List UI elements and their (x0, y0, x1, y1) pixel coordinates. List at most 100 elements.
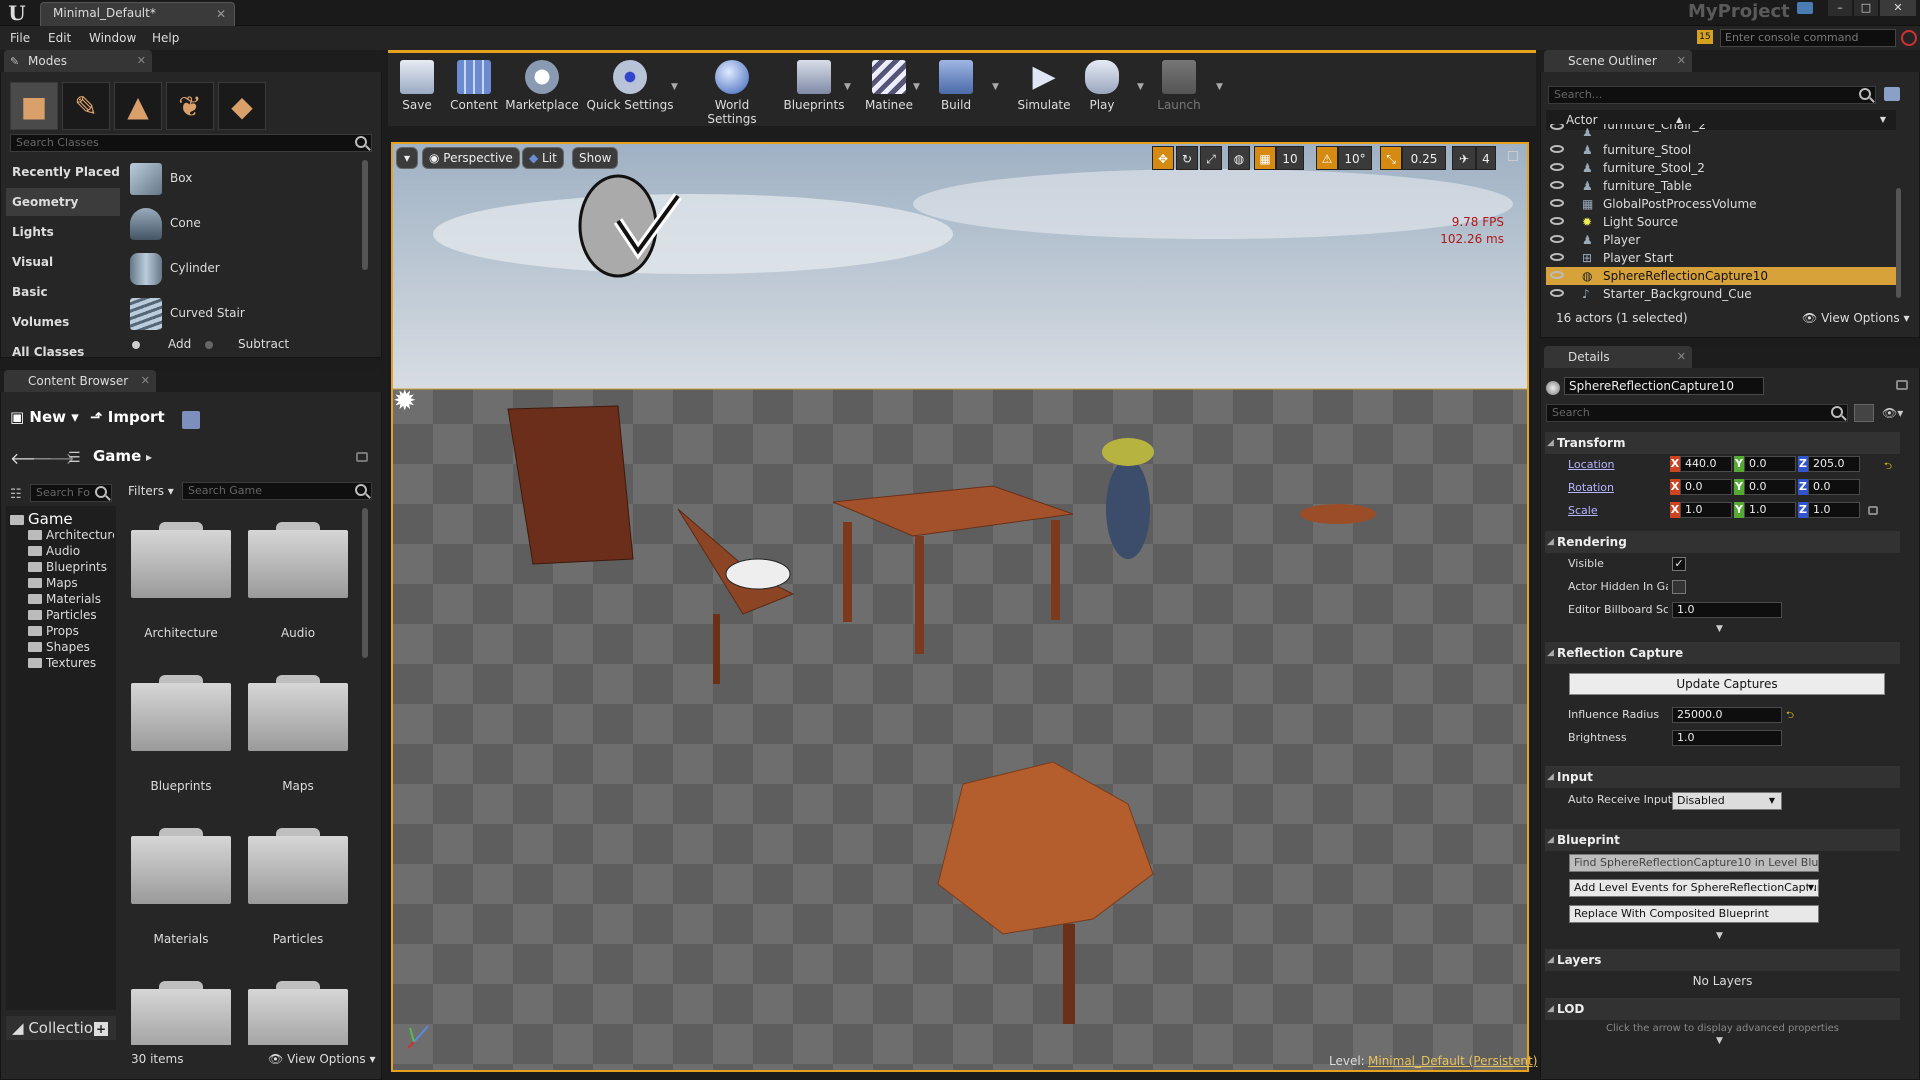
section-blueprint[interactable]: Blueprint (1545, 829, 1900, 851)
eye-icon[interactable] (1550, 163, 1564, 171)
folder-partial-1[interactable] (131, 981, 231, 1045)
auto-receive-input-dropdown[interactable]: Disabled ▼ (1672, 792, 1782, 810)
eye-icon[interactable] (1550, 253, 1564, 261)
subtract-radio[interactable] (205, 341, 213, 349)
import-button[interactable]: ⬏ Import (90, 408, 165, 426)
eye-icon[interactable] (1550, 181, 1564, 189)
rotation-x-field[interactable]: 0.0 (1680, 479, 1732, 495)
search-game-input[interactable]: Search Game (182, 482, 372, 500)
rotation-label[interactable]: Rotation (1568, 479, 1614, 497)
perspective-button[interactable]: ◉ Perspective (422, 147, 520, 169)
maximize-button[interactable]: □ (1854, 0, 1878, 16)
outliner-view-options[interactable]: 👁 View Options ▾ (1802, 311, 1910, 325)
add-radio[interactable] (132, 341, 140, 349)
section-transform[interactable]: Transform (1545, 432, 1900, 454)
paint-mode-icon[interactable]: ✎ (62, 82, 110, 130)
light-source-icon[interactable]: ✹ (393, 384, 421, 420)
tree-item-shapes[interactable]: Shapes (28, 640, 90, 656)
outliner-row[interactable]: ♟ furniture_Chair_2 (1546, 124, 1896, 136)
eye-icon[interactable] (1550, 199, 1564, 207)
save-toolbar-button[interactable]: Save (387, 56, 447, 122)
sound-actor-icon[interactable] (568, 166, 688, 286)
eye-icon[interactable] (1550, 235, 1564, 243)
play-toolbar-button[interactable]: Play (1071, 56, 1133, 122)
place-item-cylinder[interactable]: Cylinder (128, 247, 360, 291)
section-layers[interactable]: Layers (1545, 949, 1900, 971)
category-recently-placed[interactable]: Recently Placed (6, 158, 120, 186)
camera-speed-icon[interactable]: ✈ (1452, 146, 1476, 170)
rotation-snap-value[interactable]: 10° (1338, 146, 1372, 170)
outliner-scrollbar[interactable] (1896, 188, 1901, 298)
replace-with-composited-blueprint-button[interactable]: Replace With Composited Blueprint (1569, 905, 1819, 923)
close-icon[interactable]: ✕ (141, 370, 150, 392)
section-reflection-capture[interactable]: Reflection Capture (1545, 642, 1900, 664)
location-x-field[interactable]: 440.0 (1680, 456, 1732, 472)
category-all-classes[interactable]: All Classes (6, 338, 120, 364)
breadcrumb-game[interactable]: Game (93, 447, 141, 465)
launch-toolbar-button[interactable]: Launch (1148, 56, 1210, 122)
advanced-arrow-icon[interactable]: ▼ (1716, 931, 1723, 941)
stop-icon[interactable] (1901, 30, 1917, 46)
tree-item-audio[interactable]: Audio (28, 544, 80, 560)
scale-y-field[interactable]: 1.0 (1744, 502, 1796, 518)
lit-button[interactable]: ◆ Lit (522, 147, 564, 169)
reset-to-default-icon[interactable]: ⮌ (1884, 459, 1892, 476)
outliner-row[interactable]: ♟ furniture_Table (1546, 177, 1896, 195)
location-y-field[interactable]: 0.0 (1744, 456, 1796, 472)
filters-button[interactable]: Filters ▾ (128, 484, 174, 498)
build-toolbar-button[interactable]: Build (928, 56, 984, 122)
advanced-arrow-icon[interactable]: ▼ (1716, 1036, 1723, 1046)
place-item-cone[interactable]: Cone (128, 202, 360, 246)
simulate-toolbar-button[interactable]: ▶ Simulate (1013, 56, 1075, 122)
influence-radius-field[interactable]: 25000.0 (1672, 707, 1782, 723)
scale-snap-icon[interactable]: ⤡ (1380, 146, 1402, 170)
menu-window[interactable]: Window (89, 28, 136, 48)
translate-mode-icon[interactable]: ✥ (1152, 146, 1174, 170)
content-toolbar-button[interactable]: Content (444, 56, 504, 122)
quick-settings-toolbar-button[interactable]: Quick Settings (586, 56, 674, 122)
advanced-arrow-icon[interactable]: ▼ (1716, 624, 1723, 634)
property-matrix-icon[interactable] (1854, 404, 1874, 422)
world-space-icon[interactable]: ◍ (1228, 146, 1250, 170)
tree-item-props[interactable]: Props (28, 624, 79, 640)
eye-icon[interactable] (1550, 124, 1564, 130)
category-visual[interactable]: Visual (6, 248, 120, 276)
close-icon[interactable]: ✕ (1677, 50, 1686, 72)
eye-icon[interactable] (1550, 145, 1564, 153)
close-icon[interactable]: ✕ (137, 50, 146, 72)
quick-settings-dropdown-icon[interactable]: ▼ (671, 82, 678, 92)
tree-item-textures[interactable]: Textures (28, 656, 96, 672)
tab-scene-outliner[interactable]: Scene Outliner ✕ (1544, 50, 1692, 72)
place-item-box[interactable]: Box (128, 157, 360, 201)
create-folder-icon[interactable] (1884, 87, 1900, 101)
menu-file[interactable]: File (10, 28, 30, 48)
console-command-input[interactable]: Enter console command (1720, 29, 1896, 47)
outliner-row[interactable]: ▦ GlobalPostProcessVolume (1546, 195, 1896, 213)
place-scrollbar[interactable] (362, 160, 368, 270)
play-dropdown-icon[interactable]: ▼ (1137, 82, 1144, 92)
menu-help[interactable]: Help (152, 28, 179, 48)
landscape-mode-icon[interactable]: ▲ (114, 82, 162, 130)
hidden-in-game-checkbox[interactable] (1672, 580, 1686, 594)
close-icon[interactable]: ✕ (1677, 346, 1686, 368)
scale-mode-icon[interactable]: ⤢ (1200, 146, 1222, 170)
close-icon[interactable]: ✕ (216, 7, 226, 21)
notification-icon[interactable] (1797, 2, 1813, 14)
level-document-tab[interactable]: Minimal_Default* ✕ (40, 2, 235, 26)
scale-lock-icon[interactable] (1868, 506, 1878, 515)
grid-snap-value[interactable]: 10 (1276, 146, 1304, 170)
tree-item-materials[interactable]: Materials (28, 592, 101, 608)
outliner-row[interactable]: ♟ furniture_Stool_2 (1546, 159, 1896, 177)
menu-edit[interactable]: Edit (48, 28, 71, 48)
lock-icon[interactable] (356, 452, 368, 462)
tree-item-particles[interactable]: Particles (28, 608, 97, 624)
eye-icon[interactable] (1550, 217, 1564, 225)
close-window-button[interactable]: ✕ (1880, 0, 1916, 16)
outliner-row[interactable]: ♟ furniture_Stool (1546, 141, 1896, 159)
visible-checkbox[interactable]: ✓ (1672, 557, 1686, 571)
folder-particles[interactable] (248, 828, 348, 904)
maximize-viewport-icon[interactable] (1508, 151, 1518, 161)
view-options-button[interactable]: 👁 View Options ▾ (268, 1052, 376, 1066)
launch-dropdown-icon[interactable]: ▼ (1216, 82, 1223, 92)
search-classes-input[interactable]: Search Classes (10, 134, 372, 152)
